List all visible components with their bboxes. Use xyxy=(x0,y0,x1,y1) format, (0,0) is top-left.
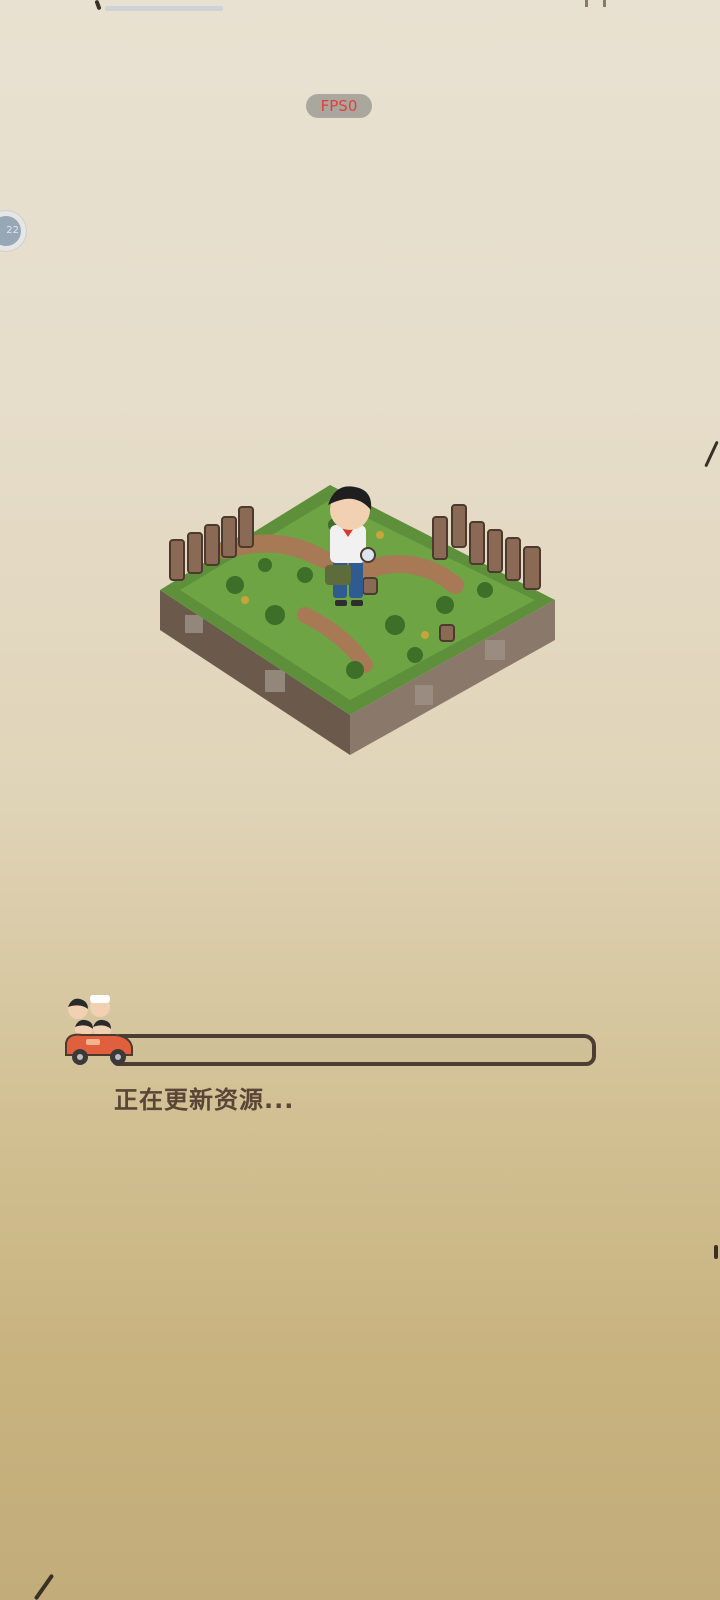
debug-floating-button[interactable]: 22 xyxy=(0,211,26,251)
isometric-grass-tile-illustration xyxy=(160,485,555,755)
car-with-characters-icon xyxy=(65,995,133,1065)
loading-screen: FPS0 22 正在更新资源... xyxy=(0,0,720,1600)
edge-stroke xyxy=(704,440,719,468)
fps-counter: FPS0 xyxy=(306,94,372,118)
loading-progress-bar xyxy=(112,1034,596,1066)
corner-mark-right xyxy=(603,0,606,7)
edge-stroke xyxy=(714,1245,718,1259)
status-bar-indicator xyxy=(105,6,223,11)
edge-stroke xyxy=(94,0,102,11)
debug-bubble-label: 22 xyxy=(0,216,21,246)
loading-status-text: 正在更新资源... xyxy=(114,1086,295,1114)
edge-stroke xyxy=(33,1573,55,1600)
corner-mark-left xyxy=(585,0,588,7)
